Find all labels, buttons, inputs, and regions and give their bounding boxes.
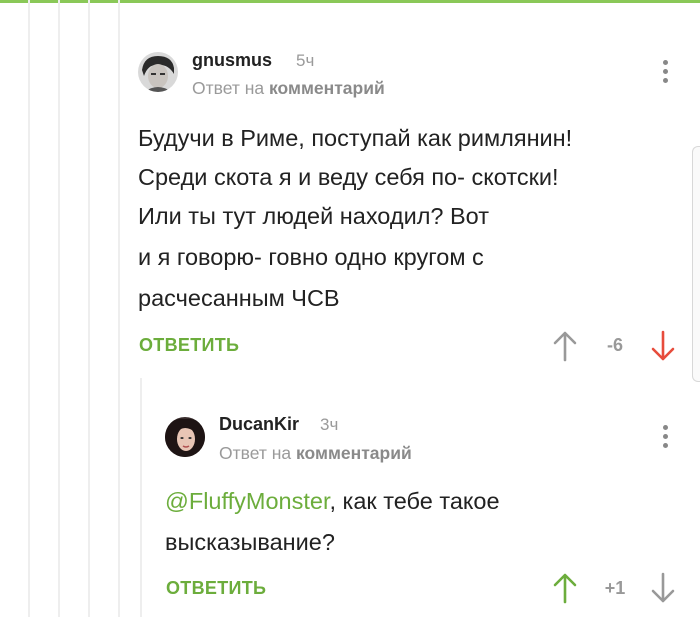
rating: -6 xyxy=(606,335,623,355)
kebab-menu-icon[interactable] xyxy=(660,425,670,455)
timestamp: 5ч xyxy=(296,51,315,70)
comment: DucanKir 3ч Ответ на комментарий @Fluffy… xyxy=(0,380,700,617)
reply-context: Ответ на комментарий xyxy=(219,443,412,464)
arrow-up-icon[interactable] xyxy=(552,330,578,362)
arrow-up-icon[interactable] xyxy=(552,572,578,604)
comment-text: , как тебе такое xyxy=(329,488,500,514)
user-mention-link[interactable]: @FluffyMonster xyxy=(165,488,329,514)
comment-line: Среди скота я и веду себя по- скотски! xyxy=(138,164,559,190)
reply-button[interactable]: ОТВЕТИТЬ xyxy=(166,578,266,599)
parent-comment-link[interactable]: комментарий xyxy=(269,78,385,98)
reply-context: Ответ на комментарий xyxy=(192,78,385,99)
comment: gnusmus 5ч Ответ на комментарий Будучи в… xyxy=(0,0,700,380)
kebab-menu-icon[interactable] xyxy=(660,60,670,90)
arrow-down-icon[interactable] xyxy=(650,330,676,362)
rating: +1 xyxy=(604,578,626,598)
comment-line: и я говорю- говно одно кругом с xyxy=(138,244,484,270)
reply-button[interactable]: ОТВЕТИТЬ xyxy=(139,335,239,356)
comment-line: высказывание? xyxy=(165,529,335,555)
timestamp: 3ч xyxy=(320,415,339,434)
username[interactable]: DucanKir xyxy=(219,414,299,435)
arrow-down-icon[interactable] xyxy=(650,572,676,604)
comment-line: @FluffyMonster, как тебе такое xyxy=(165,482,500,521)
avatar[interactable] xyxy=(165,417,205,457)
username[interactable]: gnusmus xyxy=(192,50,272,71)
comment-line: расчесанным ЧСВ xyxy=(138,285,340,311)
reply-prefix: Ответ на xyxy=(192,78,265,98)
reply-prefix: Ответ на xyxy=(219,443,292,463)
avatar[interactable] xyxy=(138,52,178,92)
comment-line: Будучи в Риме, поступай как римлянин! xyxy=(138,125,573,151)
parent-comment-link[interactable]: комментарий xyxy=(296,443,412,463)
comment-line: Или ты тут людей находил? Вот xyxy=(138,203,489,229)
